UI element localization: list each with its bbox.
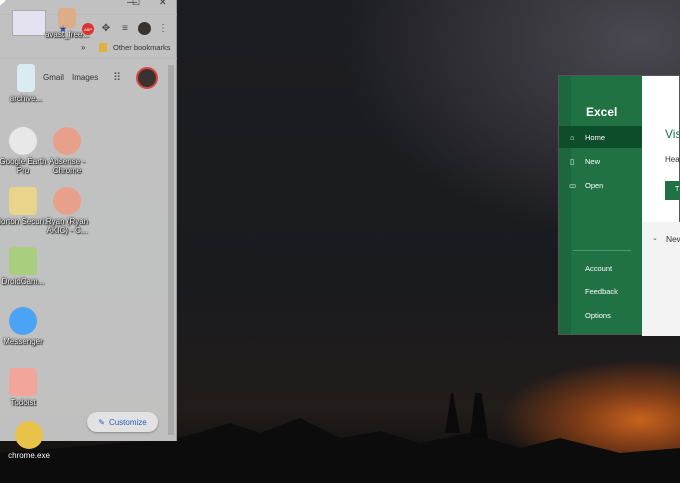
nav-open[interactable]: ▭ Open xyxy=(559,174,642,196)
media-queue-icon[interactable]: ≡ xyxy=(119,22,131,34)
excel-window[interactable]: Excel ⌂ Home ▯ New ▭ Open Account Feedback … xyxy=(558,75,680,336)
take-tour-button[interactable]: T xyxy=(665,181,680,200)
folder-icon xyxy=(99,43,107,52)
nav-label: Home xyxy=(585,132,606,142)
desktop-icon[interactable]: chrome.exe xyxy=(0,421,58,460)
apps-grid-icon[interactable]: ⠿ xyxy=(111,71,123,84)
extensions-puzzle-icon[interactable]: ✥ xyxy=(100,22,112,34)
google-account-avatar[interactable] xyxy=(136,67,158,89)
folder-open-icon: ▭ xyxy=(569,180,577,190)
icon-label: archive... xyxy=(9,94,43,103)
nav-label: Feedback xyxy=(585,286,618,296)
desktop-icon[interactable]: Messenger xyxy=(0,307,52,346)
scrollbar[interactable] xyxy=(168,65,174,435)
divider xyxy=(573,250,631,251)
maximize-button[interactable]: ☐ xyxy=(132,0,140,8)
desktop-icon[interactable]: DroidCam... xyxy=(0,247,52,286)
icon-label: Adsense - Chrome xyxy=(48,157,86,175)
customize-button[interactable]: ✎ Customize xyxy=(87,412,158,432)
icon-label: Todoist xyxy=(10,398,36,407)
desktop-icon[interactable]: avast_free... xyxy=(38,8,96,39)
mouse-cursor-icon xyxy=(0,0,6,7)
icon-label: DroidCam... xyxy=(1,277,45,286)
chevron-down-icon[interactable]: ⌄ xyxy=(652,234,658,242)
welcome-subheading: Hea xyxy=(665,155,680,164)
desktop-icon[interactable]: Ryan (Ryan AKIC) - C... xyxy=(38,187,96,235)
images-link[interactable]: Images xyxy=(72,73,98,82)
nav-new[interactable]: ▯ New xyxy=(559,150,642,172)
nav-label: New xyxy=(585,156,601,166)
home-icon: ⌂ xyxy=(570,132,575,142)
new-document-icon: ▯ xyxy=(570,156,575,166)
desktop-icon[interactable]: archive... xyxy=(0,64,55,103)
nav-options[interactable]: Options xyxy=(559,304,642,326)
nav-home[interactable]: ⌂ Home xyxy=(559,126,642,148)
close-button[interactable]: ✕ xyxy=(159,0,167,8)
welcome-heading: Vis xyxy=(665,127,680,141)
icon-label: avast_free... xyxy=(44,30,90,39)
nav-label: Account xyxy=(585,263,613,273)
divider xyxy=(0,58,177,59)
excel-title: Excel xyxy=(586,105,618,119)
desktop-icon[interactable]: Todoist xyxy=(0,368,52,407)
icon-label: Messenger xyxy=(3,337,43,346)
other-bookmarks[interactable]: Other bookmarks xyxy=(113,43,171,52)
nav-feedback[interactable]: Feedback xyxy=(559,280,642,302)
bookmarks-overflow[interactable]: » xyxy=(81,43,85,52)
nav-label: Options xyxy=(585,310,611,320)
new-section: ⌄ New xyxy=(642,222,680,336)
icon-label: chrome.exe xyxy=(8,451,50,460)
excel-sidebar: Excel ⌂ Home ▯ New ▭ Open Account Feedback … xyxy=(559,76,642,334)
menu-kebab-icon[interactable]: ⋮ xyxy=(158,22,168,35)
nav-label: Open xyxy=(585,180,604,190)
new-section-label: New xyxy=(666,234,680,244)
icon-label: Ryan (Ryan AKIC) - C... xyxy=(45,217,89,235)
nav-account[interactable]: Account xyxy=(559,257,642,279)
desktop-icon[interactable]: Adsense - Chrome xyxy=(38,127,96,175)
customize-label: Customize xyxy=(108,417,147,427)
profile-avatar[interactable] xyxy=(138,22,151,35)
pencil-icon: ✎ xyxy=(98,417,105,427)
